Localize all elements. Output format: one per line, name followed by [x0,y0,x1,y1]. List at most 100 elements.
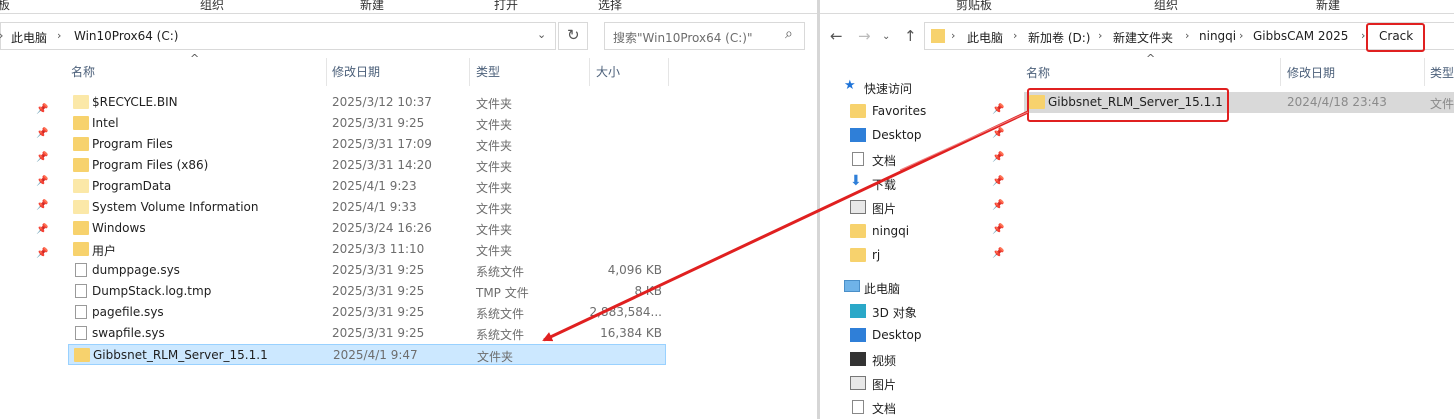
file-size: 2,883,584... [589,305,662,319]
pin-icon[interactable]: 📌 [36,224,48,235]
file-icon [75,263,87,277]
ribbon-organize-label: 组织 [200,0,225,12]
file-row[interactable]: Gibbsnet_RLM_Server_15.1.1 2025/4/1 9:47 文… [68,344,666,365]
breadcrumb-drive-c[interactable]: Win10Prox64 (C:) [74,29,178,43]
breadcrumb-this-pc[interactable]: 此电脑 [967,29,1003,46]
forward-arrow-icon[interactable]: → [858,27,871,45]
recent-dropdown-icon[interactable]: ⌄ [882,31,890,42]
file-date: 2025/3/12 10:37 [332,95,432,109]
file-type: 文件夹 [476,244,513,258]
pin-icon[interactable]: 📌 [36,104,48,115]
file-name: DumpStack.log.tmp [92,284,212,298]
column-divider[interactable] [326,58,327,86]
search-input[interactable]: 搜索"Win10Prox64 (C:)" [613,29,753,46]
file-type: 文件 [1430,97,1454,111]
file-row[interactable]: Windows 2025/3/24 16:26 文件夹 [68,218,666,239]
column-divider[interactable] [668,58,669,86]
folder-highlight-box [1027,88,1229,122]
file-date: 2025/3/31 9:25 [332,284,425,298]
folder-icon [74,348,90,362]
pin-icon[interactable]: 📌 [36,200,48,211]
pin-icon[interactable]: 📌 [992,104,1004,115]
address-dropdown-icon[interactable]: ⌄ [537,28,546,41]
pin-icon[interactable]: 📌 [992,152,1004,163]
column-header-type[interactable]: 类型 [1430,64,1454,81]
file-size: 8 KB [634,284,662,298]
nav-label: 文档 [872,154,897,168]
folder-icon [931,29,945,43]
file-type: 文件夹 [476,223,513,237]
column-divider[interactable] [1424,58,1425,86]
nav-label: rj [872,248,881,262]
address-bar[interactable]: › 此电脑 › Win10Prox64 (C:) ⌄ [0,22,556,50]
file-row[interactable]: Program Files (x86) 2025/3/31 14:20 文件夹 [68,155,666,176]
breadcrumb-gibbscam[interactable]: GibbsCAM 2025 [1253,29,1348,43]
file-row[interactable]: $RECYCLE.BIN 2025/3/12 10:37 文件夹 [68,92,666,113]
breadcrumb-drive-d[interactable]: 新加卷 (D:) [1028,29,1090,46]
nav-label: ningqi [872,224,910,238]
file-date: 2025/3/31 9:25 [332,305,425,319]
column-header-name[interactable]: 名称 [1026,64,1050,81]
breadcrumb-chevron-icon: › [1098,29,1103,42]
column-header-name[interactable]: 名称 [71,63,95,80]
file-row[interactable]: pagefile.sys 2025/3/31 9:25 系统文件 2,883,584.… [68,302,666,323]
breadcrumb-new-folder[interactable]: 新建文件夹 [1113,29,1173,46]
refresh-button[interactable]: ↻ [558,22,588,50]
search-box[interactable]: 搜索"Win10Prox64 (C:)" ⌕ [604,22,805,50]
breadcrumb-chevron-icon: › [1361,29,1366,42]
file-name: dumppage.sys [92,263,180,277]
column-header-type[interactable]: 类型 [476,63,500,80]
nav-label: 3D 对象 [872,306,917,320]
pin-icon[interactable]: 📌 [36,248,48,259]
nav-label: 快速访问 [864,82,913,96]
column-header-date[interactable]: 修改日期 [332,63,380,80]
file-date: 2025/4/1 9:47 [333,348,418,362]
file-row[interactable]: Program Files 2025/3/31 17:09 文件夹 [68,134,666,155]
column-divider[interactable] [469,58,470,86]
file-row[interactable]: System Volume Information 2025/4/1 9:33 文件… [68,197,666,218]
file-type: 系统文件 [476,265,525,279]
file-row[interactable]: 用户 2025/3/3 11:10 文件夹 [68,239,666,260]
column-divider[interactable] [589,58,590,86]
file-row[interactable]: swapfile.sys 2025/3/31 9:25 系统文件 16,384 KB [68,323,666,344]
download-icon: ⬇ [850,173,862,189]
pin-icon[interactable]: 📌 [992,224,1004,235]
pictures-icon [850,376,866,390]
nav-label: 视频 [872,354,897,368]
folder-icon [73,158,89,172]
pin-icon[interactable]: 📌 [36,128,48,139]
pin-icon[interactable]: 📌 [992,128,1004,139]
breadcrumb-chevron-icon: › [0,29,3,42]
breadcrumb-chevron-icon: › [1239,29,1244,42]
file-icon [75,284,87,298]
pin-icon[interactable]: 📌 [36,176,48,187]
file-date: 2025/4/1 9:33 [332,200,417,214]
pin-icon[interactable]: 📌 [36,152,48,163]
pictures-icon [850,200,866,214]
file-row[interactable]: DumpStack.log.tmp 2025/3/31 9:25 TMP 文件 8 K… [68,281,666,302]
ribbon-new-label: 新建 [1316,0,1341,12]
breadcrumb-this-pc[interactable]: 此电脑 [11,29,47,46]
column-header-size[interactable]: 大小 [596,63,620,80]
folder-icon [73,221,89,235]
back-arrow-icon[interactable]: ← [830,27,843,45]
file-name: $RECYCLE.BIN [92,95,178,109]
file-type: 文件夹 [476,181,513,195]
file-row[interactable]: Intel 2025/3/31 9:25 文件夹 [68,113,666,134]
ribbon-clipboard-label: 板 [0,0,11,12]
pin-icon[interactable]: 📌 [992,200,1004,211]
folder-icon [73,116,89,130]
pin-icon[interactable]: 📌 [992,176,1004,187]
file-row[interactable]: dumppage.sys 2025/3/31 9:25 系统文件 4,096 KB [68,260,666,281]
column-divider[interactable] [1280,58,1281,86]
column-header-date[interactable]: 修改日期 [1287,64,1335,81]
file-name: pagefile.sys [92,305,164,319]
video-icon [850,352,866,366]
desktop-icon [850,128,866,142]
breadcrumb-ningqi[interactable]: ningqi [1199,29,1236,43]
nav-label: 下载 [872,178,897,192]
right-explorer-window: 剪贴板 组织 新建 ← → ⌄ ↑ › 此电脑 › 新加卷 (D:) › 新建文… [820,0,1454,419]
file-row[interactable]: ProgramData 2025/4/1 9:23 文件夹 [68,176,666,197]
pin-icon[interactable]: 📌 [992,248,1004,259]
up-arrow-icon[interactable]: ↑ [904,27,917,45]
